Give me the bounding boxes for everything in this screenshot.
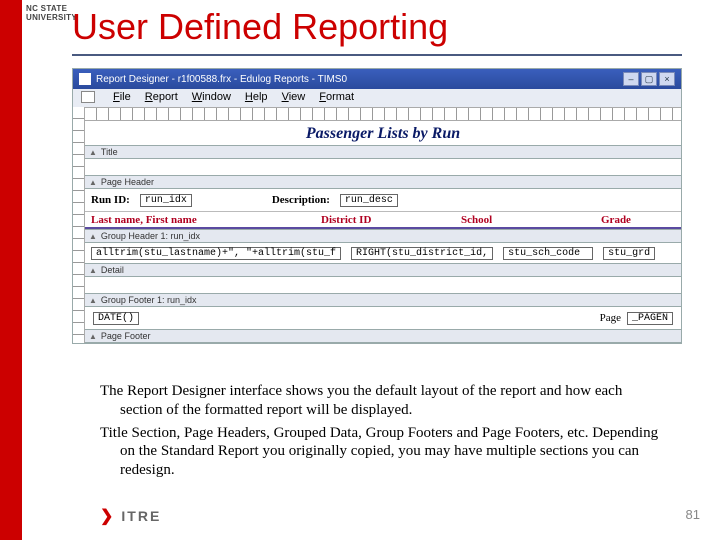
field-pageno[interactable]: _PAGEN	[627, 312, 673, 325]
band-detail-label: Detail	[101, 265, 124, 275]
menu-report[interactable]: Report	[145, 91, 178, 103]
menu-format[interactable]: Format	[319, 91, 354, 103]
title-rule	[72, 54, 682, 56]
window-titlebar[interactable]: Report Designer - r1f00588.frx - Edulog …	[73, 69, 681, 89]
collapse-icon: ▲	[89, 148, 97, 157]
vertical-ruler	[73, 107, 85, 343]
menu-file[interactable]: File	[113, 91, 131, 103]
close-button[interactable]: ×	[659, 72, 675, 86]
app-icon	[79, 73, 91, 85]
report-designer-window: Report Designer - r1f00588.frx - Edulog …	[72, 68, 682, 344]
band-title-label: Title	[101, 147, 118, 157]
col-district: District ID	[321, 214, 421, 226]
page-footer-row[interactable]: DATE() Page _PAGEN	[85, 307, 681, 329]
page-number: 81	[686, 507, 700, 522]
field-district-expr[interactable]: RIGHT(stu_district_id,	[351, 247, 493, 260]
band-detail[interactable]: ▲ Detail	[85, 263, 681, 277]
window-title: Report Designer - r1f00588.frx - Edulog …	[96, 74, 347, 85]
menu-icon	[81, 91, 95, 103]
band-pageheader-label: Page Header	[101, 177, 154, 187]
brand-line2: UNIVERSITY	[26, 13, 77, 22]
report-title[interactable]: Passenger Lists by Run	[85, 121, 681, 145]
band-groupfooter-label: Group Footer 1: run_idx	[101, 295, 197, 305]
brand-line1: NC STATE	[26, 4, 77, 13]
runid-field[interactable]: run_idx	[140, 194, 192, 207]
band-group-footer[interactable]: ▲ Group Footer 1: run_idx	[85, 293, 681, 307]
col-grade: Grade	[601, 214, 631, 226]
slide-body-text: The Report Designer interface shows you …	[100, 382, 660, 484]
itre-chevron-icon: ❯	[100, 506, 115, 526]
page-header-row[interactable]: Run ID: run_idx Description: run_desc	[85, 189, 681, 211]
collapse-icon: ▲	[89, 332, 97, 341]
menu-view[interactable]: View	[282, 91, 306, 103]
itre-text: ITRE	[121, 508, 161, 524]
menubar: File Report Window Help View Format	[73, 89, 681, 107]
runid-label: Run ID:	[91, 194, 130, 206]
body-p1: The Report Designer interface shows you …	[100, 382, 660, 420]
band-page-footer[interactable]: ▲ Page Footer	[85, 329, 681, 343]
band-pagefooter-label: Page Footer	[101, 331, 151, 341]
collapse-icon: ▲	[89, 296, 97, 305]
desc-label: Description:	[272, 194, 330, 206]
brand-text: NC STATE UNIVERSITY	[26, 4, 77, 22]
collapse-icon: ▲	[89, 232, 97, 241]
band-page-header[interactable]: ▲ Page Header	[85, 175, 681, 189]
title-band-content[interactable]	[85, 159, 681, 175]
menu-help[interactable]: Help	[245, 91, 268, 103]
detail-row[interactable]: alltrim(stu_lastname)+", "+alltrim(stu_f…	[85, 243, 681, 263]
col-school: School	[461, 214, 561, 226]
field-date[interactable]: DATE()	[93, 312, 139, 325]
field-school-expr[interactable]: stu_sch_code	[503, 247, 593, 260]
band-title[interactable]: ▲ Title	[85, 145, 681, 159]
horizontal-ruler	[85, 107, 681, 121]
field-name-expr[interactable]: alltrim(stu_lastname)+", "+alltrim(stu_f	[91, 247, 341, 260]
column-headers: Last name, First name District ID School…	[85, 211, 681, 227]
maximize-button[interactable]: ▢	[641, 72, 657, 86]
collapse-icon: ▲	[89, 266, 97, 275]
field-grade-expr[interactable]: stu_grd	[603, 247, 655, 260]
slide-title: User Defined Reporting	[72, 6, 448, 48]
band-groupheader-label: Group Header 1: run_idx	[101, 231, 200, 241]
band-group-header[interactable]: ▲ Group Header 1: run_idx	[85, 229, 681, 243]
collapse-icon: ▲	[89, 178, 97, 187]
body-p2: Title Section, Page Headers, Grouped Dat…	[100, 424, 660, 480]
menu-window[interactable]: Window	[192, 91, 231, 103]
detail-spacer[interactable]	[85, 277, 681, 293]
desc-field[interactable]: run_desc	[340, 194, 398, 207]
brand-red-bar	[0, 0, 22, 540]
itre-logo: ❯ ITRE	[100, 506, 161, 526]
window-caption-buttons: – ▢ ×	[623, 72, 675, 86]
page-label: Page	[600, 312, 621, 324]
minimize-button[interactable]: –	[623, 72, 639, 86]
designer-body: Passenger Lists by Run ▲ Title ▲ Page Head…	[73, 107, 681, 343]
col-name: Last name, First name	[91, 214, 281, 226]
